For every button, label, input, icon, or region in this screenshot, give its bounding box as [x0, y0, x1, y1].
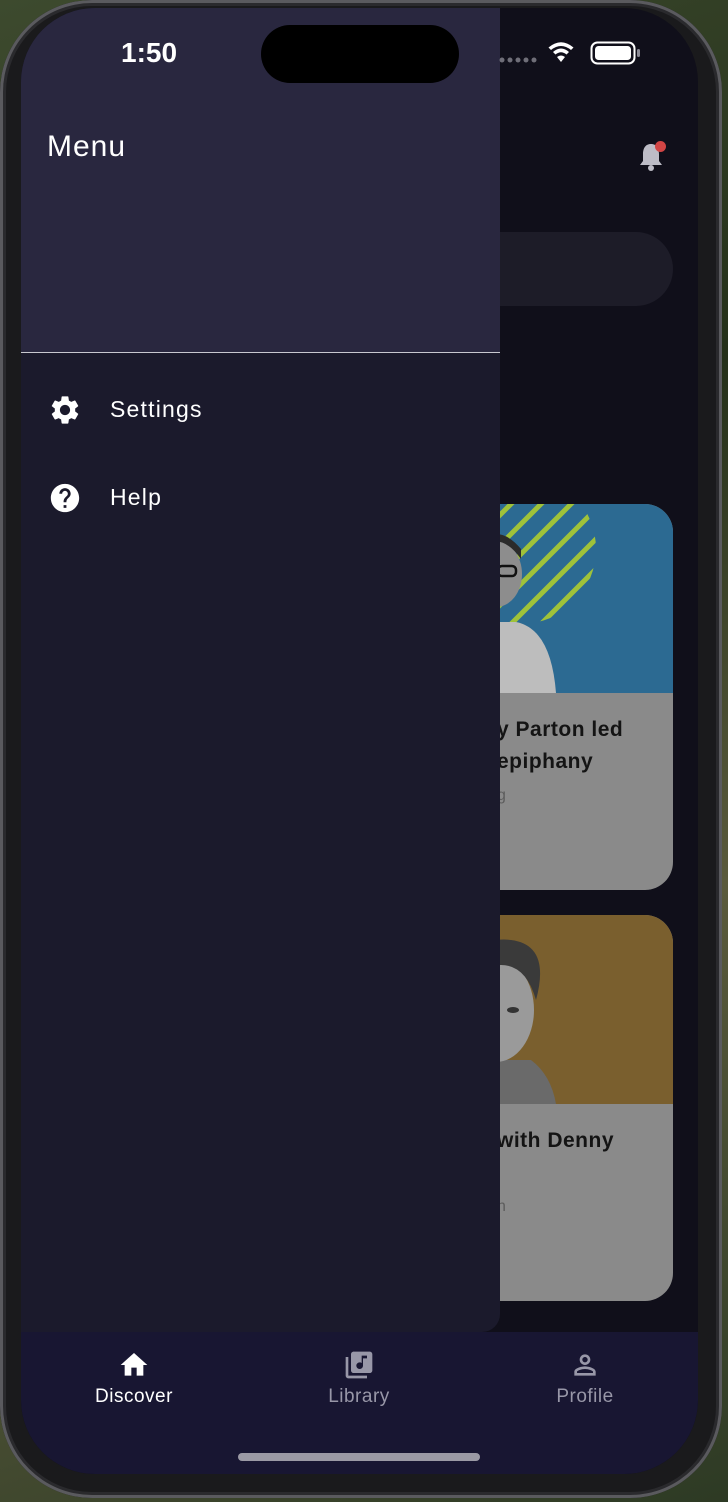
status-bar-time: 1:50 — [121, 37, 178, 68]
battery-icon — [590, 41, 640, 65]
card-title: y Parton led epiphany — [497, 718, 624, 773]
notification-bell-icon[interactable] — [638, 141, 666, 171]
help-circle-icon — [48, 481, 82, 515]
nav-tab-library[interactable]: Library — [284, 1349, 434, 1409]
home-indicator[interactable] — [238, 1453, 480, 1461]
status-bar-icons — [499, 38, 659, 68]
phone-frame: y Parton led epiphany g with Denny n Men… — [0, 0, 722, 1498]
navigation-drawer: Menu Settings Help — [21, 8, 500, 1332]
notification-dot — [655, 141, 666, 152]
home-icon — [118, 1349, 150, 1381]
nav-tab-discover[interactable]: Discover — [59, 1349, 209, 1409]
app-screen: y Parton led epiphany g with Denny n Men… — [21, 8, 698, 1474]
drawer-item-label: Settings — [110, 396, 203, 422]
music-library-icon — [343, 1349, 375, 1381]
wifi-icon — [548, 42, 574, 62]
nav-tab-label: Profile — [556, 1386, 614, 1407]
person-icon — [569, 1349, 601, 1381]
drawer-item-settings[interactable]: Settings — [21, 374, 500, 446]
dynamic-island — [261, 25, 459, 83]
signal-dots-icon — [499, 57, 537, 63]
card-title: with Denny — [497, 1129, 615, 1152]
nav-tab-profile[interactable]: Profile — [510, 1349, 660, 1409]
drawer-item-label: Help — [110, 484, 163, 510]
drawer-title: Menu — [47, 130, 127, 163]
nav-tab-label: Discover — [95, 1386, 173, 1407]
nav-tab-label: Library — [328, 1386, 390, 1407]
gear-icon — [48, 393, 82, 427]
drawer-item-help[interactable]: Help — [21, 462, 500, 534]
